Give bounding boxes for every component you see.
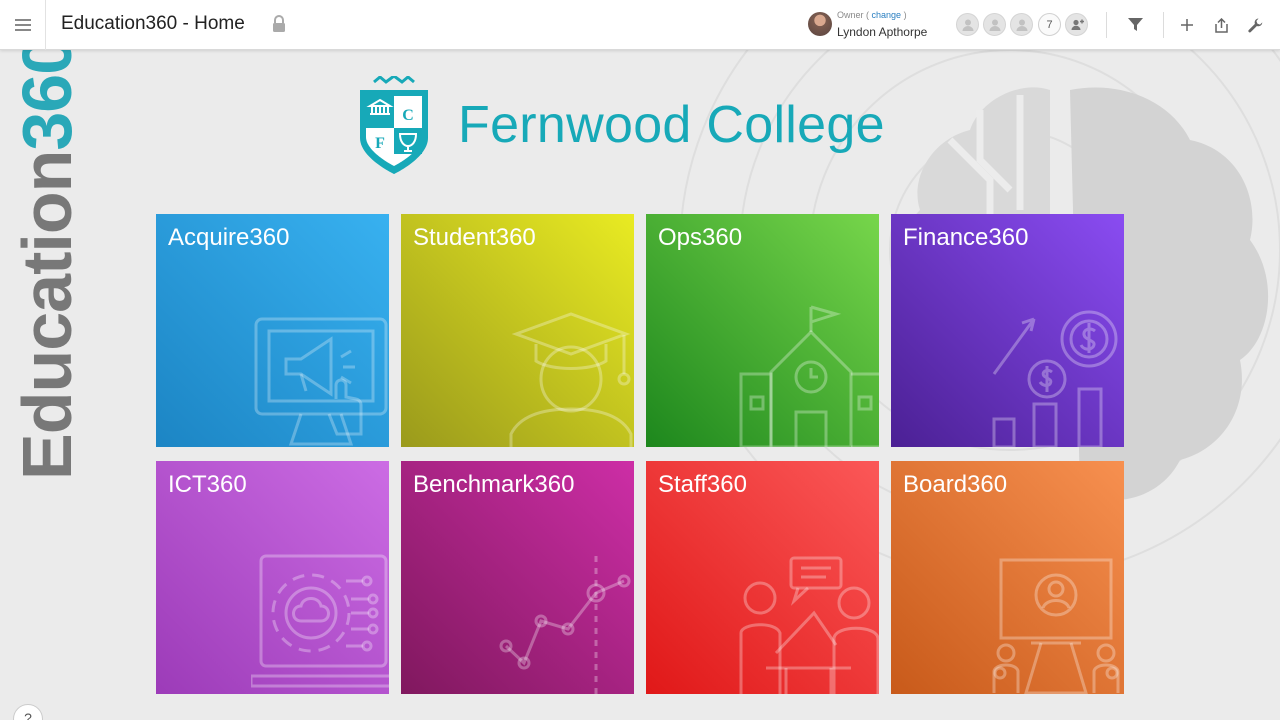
owner-name: Lyndon Apthorpe bbox=[837, 25, 928, 39]
share-button[interactable] bbox=[1210, 14, 1232, 36]
hamburger-menu-button[interactable] bbox=[0, 0, 46, 50]
tile-student360[interactable]: Student360 bbox=[401, 214, 634, 447]
megaphone-icon bbox=[254, 317, 388, 446]
tile-benchmark360[interactable]: Benchmark360 bbox=[401, 461, 634, 694]
tile-board360[interactable]: Board360 bbox=[891, 461, 1124, 694]
member-count-badge[interactable]: 7 bbox=[1038, 13, 1061, 36]
member-avatar[interactable] bbox=[956, 13, 979, 36]
owner-label-text: Owner bbox=[837, 10, 864, 20]
add-button[interactable] bbox=[1176, 14, 1198, 36]
brand-number: 360 bbox=[8, 36, 86, 151]
filter-button[interactable] bbox=[1124, 14, 1146, 36]
plus-icon bbox=[1181, 19, 1193, 31]
help-button[interactable]: ? bbox=[13, 704, 43, 720]
meeting-icon bbox=[739, 556, 879, 694]
divider bbox=[1163, 12, 1164, 38]
share-icon bbox=[1214, 17, 1228, 33]
college-name: Fernwood College bbox=[458, 96, 885, 154]
filter-icon bbox=[1127, 18, 1143, 31]
owner-label: Owner ( change ) bbox=[837, 10, 907, 20]
tile-label: Ops360 bbox=[658, 224, 743, 251]
school-building-icon bbox=[739, 305, 879, 447]
owner-avatar[interactable] bbox=[808, 12, 832, 36]
tile-acquire360[interactable]: Acquire360 bbox=[156, 214, 389, 447]
tile-label: Benchmark360 bbox=[413, 471, 575, 498]
add-member-icon bbox=[1071, 19, 1084, 30]
tile-label: Board360 bbox=[903, 471, 1008, 498]
person-icon bbox=[1016, 19, 1027, 31]
wrench-icon bbox=[1247, 18, 1262, 32]
tile-ict360[interactable]: ICT360 bbox=[156, 461, 389, 694]
divider bbox=[1106, 12, 1107, 38]
change-link-text[interactable]: change bbox=[872, 10, 902, 20]
tile-ops360[interactable]: Ops360 bbox=[646, 214, 879, 447]
finance-growth-icon bbox=[992, 310, 1118, 447]
education360-vertical-logo: Education360 bbox=[8, 37, 86, 480]
hamburger-menu-icon bbox=[14, 19, 31, 31]
page-title: Education360 - Home bbox=[61, 13, 245, 34]
member-avatar[interactable] bbox=[1010, 13, 1033, 36]
top-bar: Education360 - Home Owner ( change ) Lyn… bbox=[0, 0, 1280, 50]
lock-icon bbox=[273, 15, 285, 32]
tile-label: Finance360 bbox=[903, 224, 1029, 251]
line-graph-icon bbox=[499, 556, 631, 694]
tile-label: Staff360 bbox=[658, 471, 747, 498]
person-icon bbox=[962, 19, 973, 31]
crest-letter: F bbox=[375, 135, 385, 152]
tile-label: Student360 bbox=[413, 224, 536, 251]
add-member-button[interactable] bbox=[1065, 13, 1088, 36]
tile-staff360[interactable]: Staff360 bbox=[646, 461, 879, 694]
college-crest-logo: C F bbox=[360, 76, 428, 174]
tile-label: Acquire360 bbox=[168, 224, 290, 251]
tile-finance360[interactable]: Finance360 bbox=[891, 214, 1124, 447]
brand-word: Education bbox=[8, 150, 86, 480]
person-icon bbox=[989, 19, 1000, 31]
crest-letter: C bbox=[402, 107, 414, 124]
presentation-icon bbox=[992, 558, 1120, 694]
member-avatar[interactable] bbox=[983, 13, 1006, 36]
owner-change-link[interactable]: ( change ) bbox=[866, 10, 907, 20]
graduate-icon bbox=[509, 312, 633, 447]
tile-label: ICT360 bbox=[168, 471, 247, 498]
settings-button[interactable] bbox=[1244, 14, 1266, 36]
cloud-gear-icon bbox=[251, 554, 389, 688]
